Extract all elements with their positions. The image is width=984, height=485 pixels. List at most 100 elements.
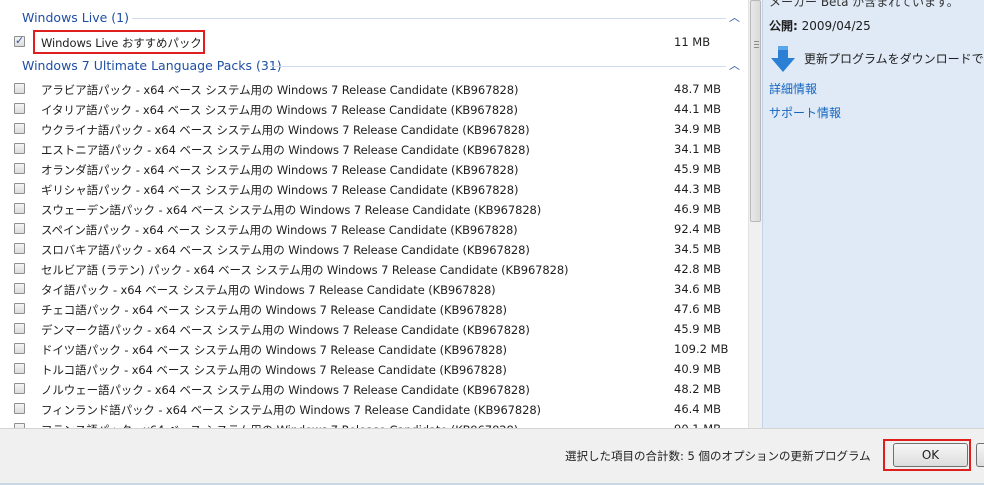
group-divider bbox=[132, 18, 726, 19]
update-checkbox[interactable] bbox=[14, 203, 25, 214]
update-checkbox[interactable] bbox=[14, 383, 25, 394]
update-checkbox[interactable] bbox=[14, 143, 25, 154]
group-title: Windows 7 Ultimate Language Packs (31) bbox=[22, 58, 282, 73]
update-checkbox[interactable] bbox=[14, 183, 25, 194]
group-header-language-packs[interactable]: Windows 7 Ultimate Language Packs (31) ︿ bbox=[0, 56, 748, 76]
download-arrow-icon bbox=[771, 46, 795, 72]
update-size: 47.6 MB bbox=[674, 302, 722, 316]
published-label: 公開: bbox=[769, 19, 798, 33]
update-checkbox[interactable] bbox=[14, 403, 25, 414]
update-size: 40.9 MB bbox=[674, 362, 722, 376]
update-size: 46.4 MB bbox=[674, 402, 722, 416]
update-checkbox[interactable] bbox=[14, 263, 25, 274]
update-row[interactable]: フィンランド語パック - x64 ベース システム用の Windows 7 Re… bbox=[0, 400, 748, 420]
clipped-top-row: ・・・・・・・・・・ bbox=[0, 0, 748, 6]
update-checkbox[interactable] bbox=[14, 34, 25, 47]
update-checkbox[interactable] bbox=[14, 283, 25, 294]
footer-bar: 選択した項目の合計数: 5 個のオプションの更新プログラム OK bbox=[0, 428, 984, 485]
scrollbar-grip bbox=[754, 44, 759, 45]
download-text: 更新プログラムをダウンロードで bbox=[804, 52, 984, 66]
update-name: ドイツ語パック - x64 ベース システム用の Windows 7 Relea… bbox=[41, 343, 507, 357]
update-row[interactable]: ノルウェー語パック - x64 ベース システム用の Windows 7 Rel… bbox=[0, 380, 748, 400]
group-header-windows-live[interactable]: Windows Live (1) ︿ bbox=[0, 8, 748, 28]
update-row[interactable]: オランダ語パック - x64 ベース システム用の Windows 7 Rele… bbox=[0, 160, 748, 180]
details-clipped-text: メーカー Beta が含まれています。 bbox=[769, 0, 959, 9]
group-divider bbox=[270, 66, 726, 67]
update-checkbox[interactable] bbox=[14, 163, 25, 174]
published-date: 2009/04/25 bbox=[801, 19, 871, 33]
update-name: オランダ語パック - x64 ベース システム用の Windows 7 Rele… bbox=[41, 163, 519, 177]
update-size: 34.5 MB bbox=[674, 242, 722, 256]
update-name: タイ語パック - x64 ベース システム用の Windows 7 Releas… bbox=[41, 283, 496, 297]
scrollbar-grip bbox=[754, 41, 759, 42]
update-checkbox[interactable] bbox=[14, 323, 25, 334]
update-row[interactable]: チェコ語パック - x64 ベース システム用の Windows 7 Relea… bbox=[0, 300, 748, 320]
update-row[interactable]: イタリア語パック - x64 ベース システム用の Windows 7 Rele… bbox=[0, 100, 748, 120]
update-size: 11 MB bbox=[674, 35, 711, 49]
update-name: フィンランド語パック - x64 ベース システム用の Windows 7 Re… bbox=[41, 403, 541, 417]
update-list-pane: ・・・・・・・・・・ Windows Live (1) ︿ Windows Li… bbox=[0, 0, 748, 428]
cancel-button-edge[interactable] bbox=[976, 443, 984, 467]
selection-summary: 選択した項目の合計数: 5 個のオプションの更新プログラム bbox=[565, 449, 871, 463]
update-row[interactable]: トルコ語パック - x64 ベース システム用の Windows 7 Relea… bbox=[0, 360, 748, 380]
update-name: エストニア語パック - x64 ベース システム用の Windows 7 Rel… bbox=[41, 143, 530, 157]
update-name: スウェーデン語パック - x64 ベース システム用の Windows 7 Re… bbox=[41, 203, 542, 217]
update-name: トルコ語パック - x64 ベース システム用の Windows 7 Relea… bbox=[41, 363, 507, 377]
collapse-chevron-icon[interactable]: ︿ bbox=[729, 57, 740, 73]
update-name: セルビア語 (ラテン) パック - x64 ベース システム用の Windows… bbox=[41, 263, 569, 277]
update-name: ノルウェー語パック - x64 ベース システム用の Windows 7 Rel… bbox=[41, 383, 530, 397]
update-name: ウクライナ語パック - x64 ベース システム用の Windows 7 Rel… bbox=[41, 123, 530, 137]
update-checkbox[interactable] bbox=[14, 303, 25, 314]
update-row[interactable]: デンマーク語パック - x64 ベース システム用の Windows 7 Rel… bbox=[0, 320, 748, 340]
update-row[interactable]: タイ語パック - x64 ベース システム用の Windows 7 Releas… bbox=[0, 280, 748, 300]
update-checkbox[interactable] bbox=[14, 123, 25, 134]
update-row[interactable]: ドイツ語パック - x64 ベース システム用の Windows 7 Relea… bbox=[0, 340, 748, 360]
published-info: 公開: 2009/04/25 bbox=[769, 17, 871, 34]
update-size: 44.3 MB bbox=[674, 182, 722, 196]
update-name: ギリシャ語パック - x64 ベース システム用の Windows 7 Rele… bbox=[41, 183, 519, 197]
update-size: 92.4 MB bbox=[674, 222, 722, 236]
update-size: 44.1 MB bbox=[674, 102, 722, 116]
update-size: 34.1 MB bbox=[674, 142, 722, 156]
update-checkbox[interactable] bbox=[14, 83, 25, 94]
update-name: チェコ語パック - x64 ベース システム用の Windows 7 Relea… bbox=[41, 303, 507, 317]
update-row[interactable]: エストニア語パック - x64 ベース システム用の Windows 7 Rel… bbox=[0, 140, 748, 160]
update-size: 34.6 MB bbox=[674, 282, 722, 296]
highlight-box-ok bbox=[883, 439, 971, 471]
support-info-link[interactable]: サポート情報 bbox=[769, 104, 841, 121]
scrollbar-thumb[interactable] bbox=[750, 0, 761, 222]
scrollbar-grip bbox=[754, 47, 759, 48]
clipped-text: ・・・・・・・・・・ bbox=[260, 0, 370, 6]
more-info-link[interactable]: 詳細情報 bbox=[769, 80, 817, 97]
update-row[interactable]: フランス語パック - x64 ベース システム用の Windows 7 Rele… bbox=[0, 420, 748, 428]
update-checkbox[interactable] bbox=[14, 103, 25, 114]
update-name: デンマーク語パック - x64 ベース システム用の Windows 7 Rel… bbox=[41, 323, 530, 337]
collapse-chevron-icon[interactable]: ︿ bbox=[729, 9, 740, 25]
update-name: スロバキア語パック - x64 ベース システム用の Windows 7 Rel… bbox=[41, 243, 530, 257]
update-checkbox[interactable] bbox=[14, 363, 25, 374]
details-pane: メーカー Beta が含まれています。 公開: 2009/04/25 更新プログ… bbox=[762, 0, 984, 428]
update-checkbox[interactable] bbox=[14, 223, 25, 234]
update-size: 48.2 MB bbox=[674, 382, 722, 396]
update-checkbox[interactable] bbox=[14, 343, 25, 354]
update-row[interactable]: ウクライナ語パック - x64 ベース システム用の Windows 7 Rel… bbox=[0, 120, 748, 140]
update-size: 34.9 MB bbox=[674, 122, 722, 136]
group-title: Windows Live (1) bbox=[22, 10, 129, 25]
update-size: 109.2 MB bbox=[674, 342, 729, 356]
update-size: 42.8 MB bbox=[674, 262, 722, 276]
update-row[interactable]: スペイン語パック - x64 ベース システム用の Windows 7 Rele… bbox=[0, 220, 748, 240]
vertical-scrollbar[interactable] bbox=[748, 0, 762, 428]
update-size: 46.9 MB bbox=[674, 202, 722, 216]
update-size: 48.7 MB bbox=[674, 82, 722, 96]
update-row[interactable]: ギリシャ語パック - x64 ベース システム用の Windows 7 Rele… bbox=[0, 180, 748, 200]
update-row[interactable]: アラビア語パック - x64 ベース システム用の Windows 7 Rele… bbox=[0, 80, 748, 100]
update-size: 45.9 MB bbox=[674, 162, 722, 176]
highlight-box-windows-live bbox=[33, 30, 205, 54]
update-name: スペイン語パック - x64 ベース システム用の Windows 7 Rele… bbox=[41, 223, 518, 237]
update-name: イタリア語パック - x64 ベース システム用の Windows 7 Rele… bbox=[41, 103, 518, 117]
update-checkbox[interactable] bbox=[14, 243, 25, 254]
update-row[interactable]: セルビア語 (ラテン) パック - x64 ベース システム用の Windows… bbox=[0, 260, 748, 280]
update-name: アラビア語パック - x64 ベース システム用の Windows 7 Rele… bbox=[41, 83, 519, 97]
update-row[interactable]: スロバキア語パック - x64 ベース システム用の Windows 7 Rel… bbox=[0, 240, 748, 260]
update-row[interactable]: スウェーデン語パック - x64 ベース システム用の Windows 7 Re… bbox=[0, 200, 748, 220]
